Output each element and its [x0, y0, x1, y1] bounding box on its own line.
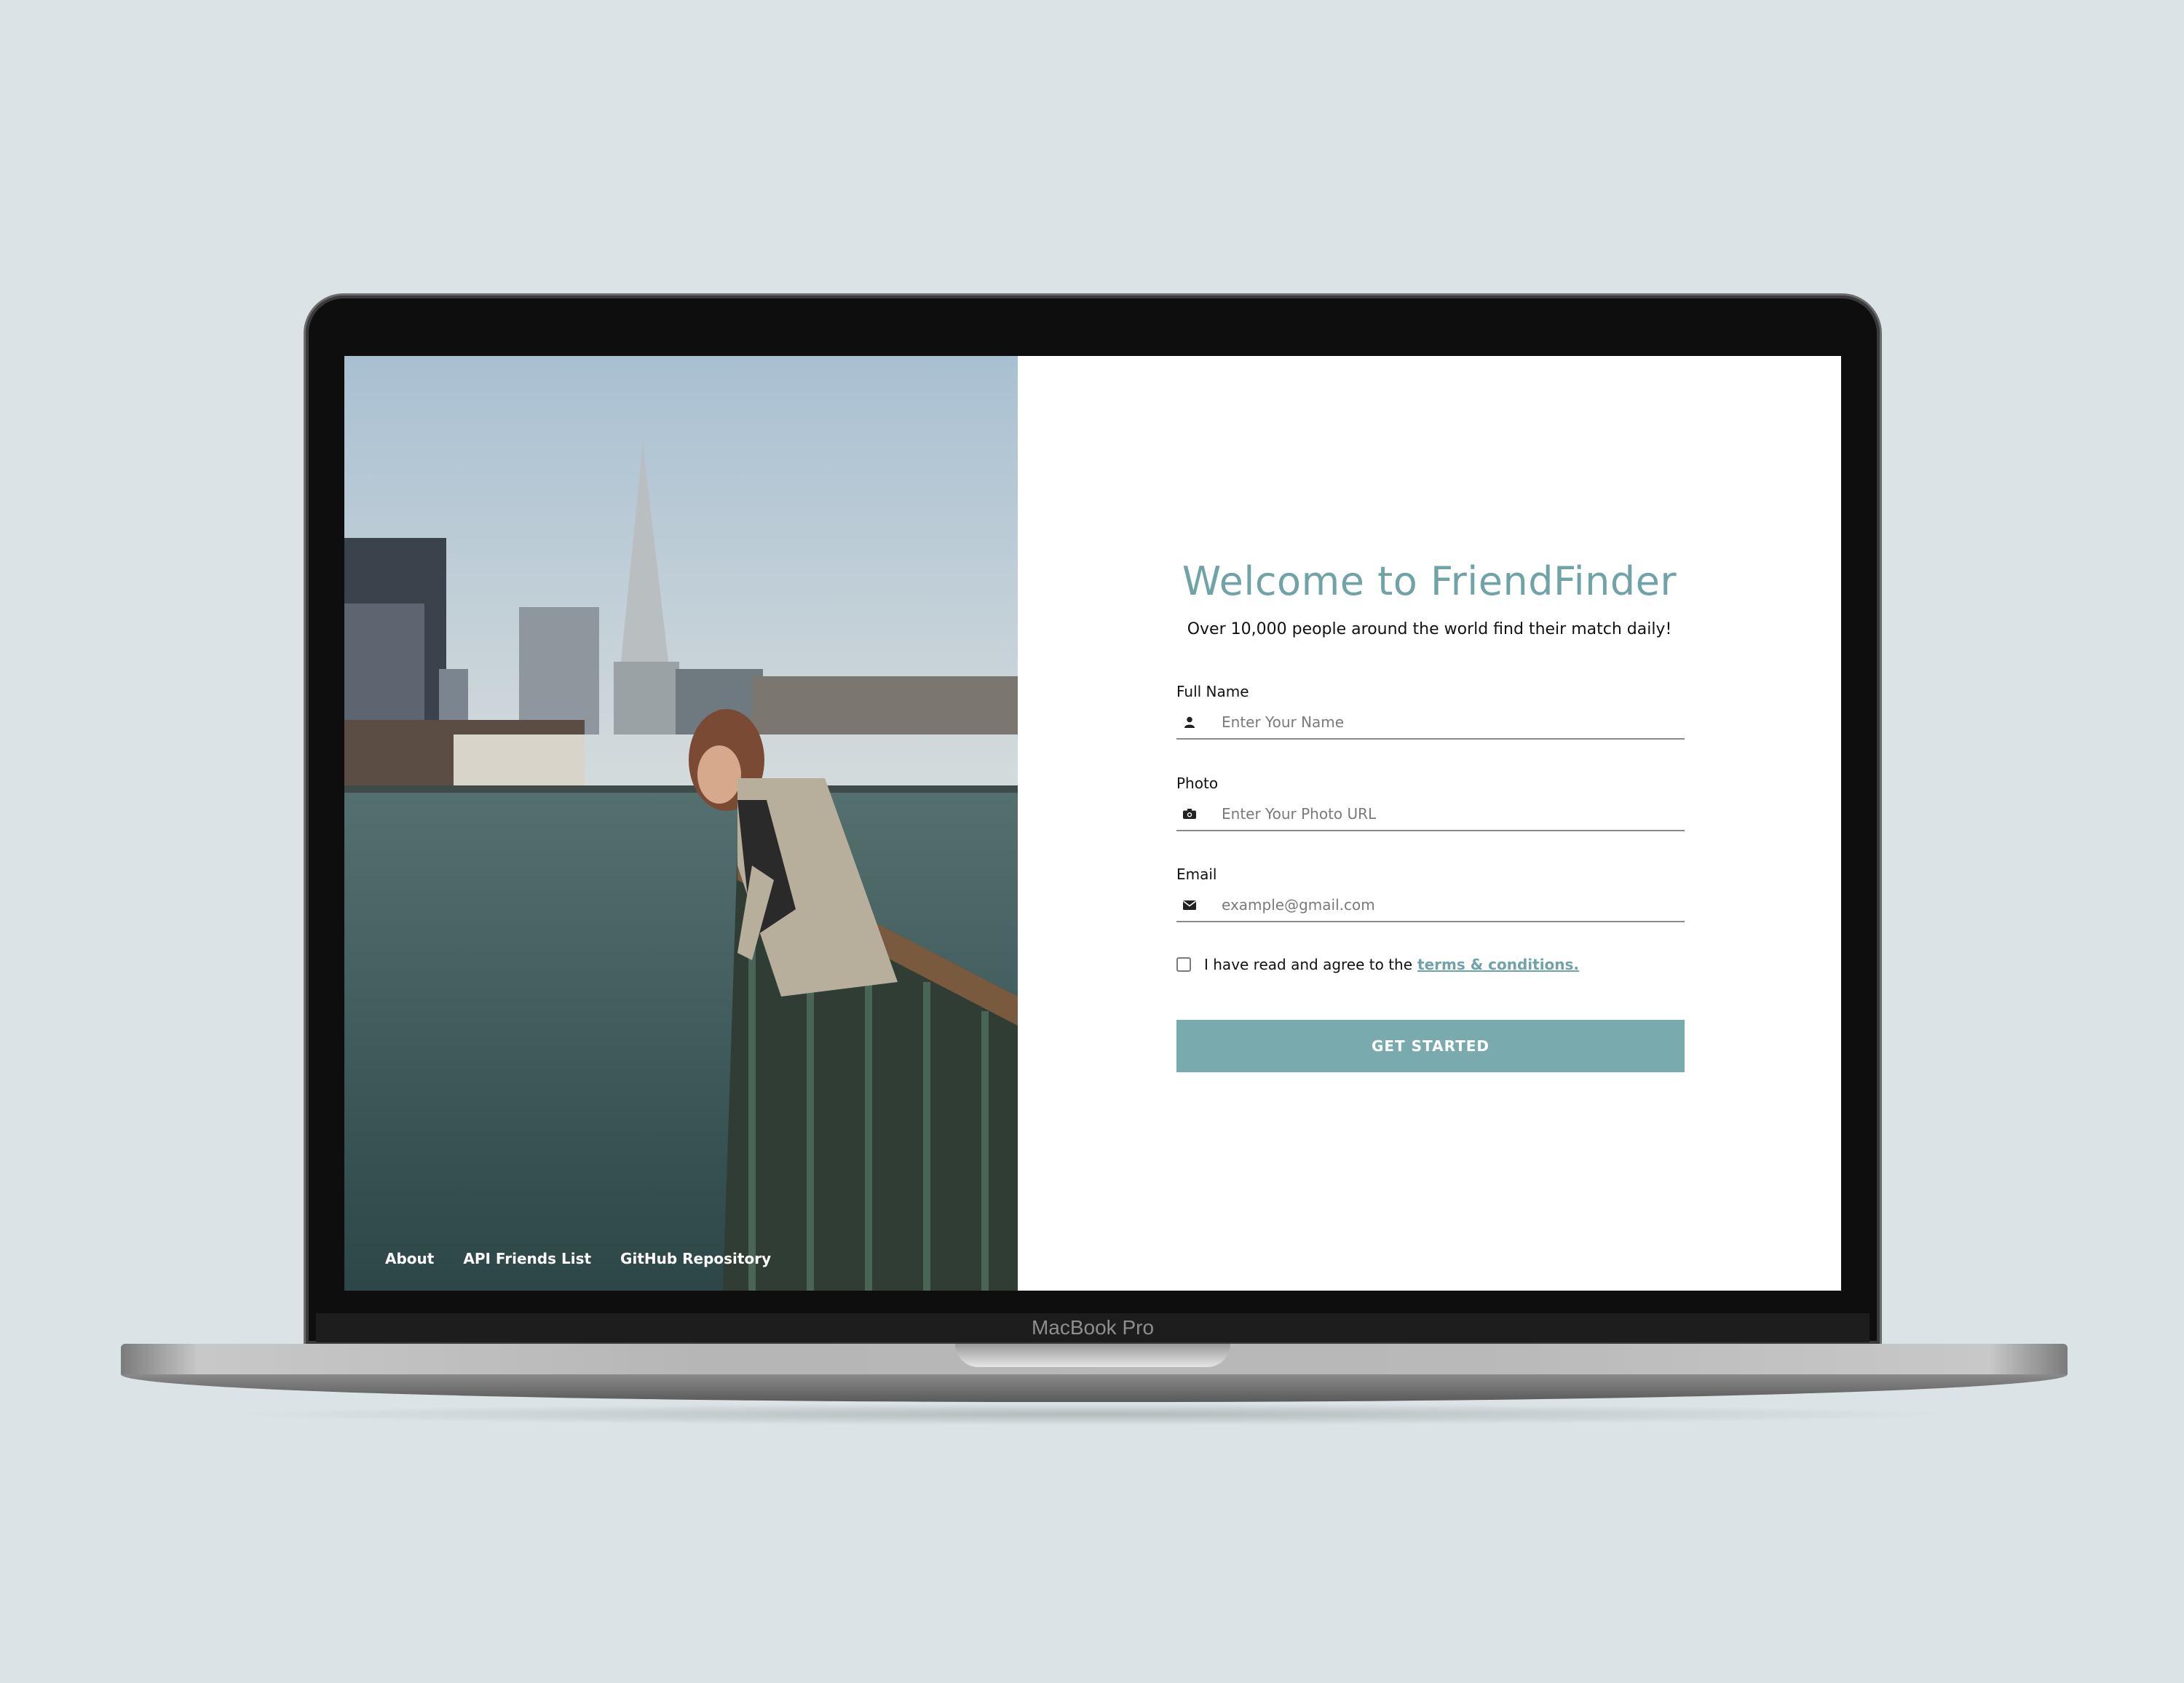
photo-url-input[interactable]	[1222, 803, 1685, 825]
device-brand-label: MacBook Pro	[1031, 1316, 1155, 1339]
photo-field: Photo	[1176, 773, 1685, 831]
email-field: Email	[1176, 864, 1685, 922]
full-name-row	[1176, 709, 1685, 740]
envelope-icon	[1176, 895, 1203, 915]
signup-form-panel: Welcome to FriendFinder Over 10,000 peop…	[1018, 356, 1841, 1291]
terms-link[interactable]: terms & conditions.	[1417, 956, 1579, 973]
page-title: Welcome to FriendFinder	[1182, 558, 1677, 604]
user-icon	[1176, 712, 1203, 732]
laptop-notch	[955, 1344, 1230, 1367]
terms-checkbox[interactable]	[1176, 957, 1191, 972]
terms-text: I have read and agree to the	[1204, 956, 1413, 973]
page-subtitle: Over 10,000 people around the world find…	[1187, 620, 1672, 638]
hero-photo-illustration	[344, 356, 1018, 1291]
email-label: Email	[1176, 866, 1217, 883]
camera-icon	[1176, 804, 1203, 824]
laptop-base-lower	[121, 1374, 2068, 1402]
terms-row: I have read and agree to the terms & con…	[1176, 956, 1579, 973]
full-name-input[interactable]	[1222, 711, 1685, 733]
email-row	[1176, 892, 1685, 922]
get-started-button[interactable]: GET STARTED	[1176, 1020, 1685, 1072]
app-screen: About API Friends List GitHub Repository…	[344, 356, 1841, 1291]
footer-link-about[interactable]: About	[385, 1250, 434, 1267]
photo-row	[1176, 801, 1685, 831]
laptop-shadow	[218, 1403, 1966, 1425]
footer-link-github-repository[interactable]: GitHub Repository	[620, 1250, 771, 1267]
hero-photo: About API Friends List GitHub Repository	[344, 356, 1018, 1291]
full-name-field: Full Name	[1176, 681, 1685, 740]
email-input[interactable]	[1222, 894, 1685, 916]
photo-label: Photo	[1176, 775, 1219, 792]
footer-nav: About API Friends List GitHub Repository	[385, 1250, 771, 1267]
full-name-label: Full Name	[1176, 683, 1249, 700]
footer-link-api-friends-list[interactable]: API Friends List	[463, 1250, 591, 1267]
